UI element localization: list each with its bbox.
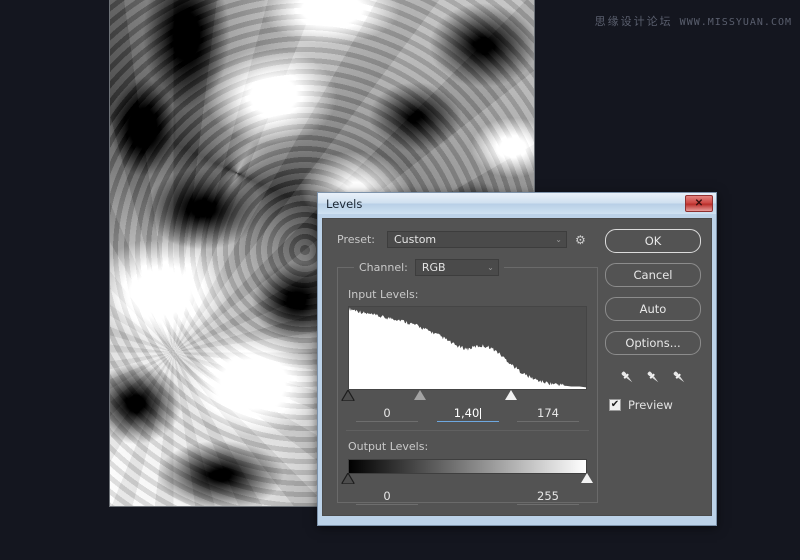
black-output-field[interactable]: 0 xyxy=(356,489,418,505)
black-output-slider[interactable] xyxy=(340,471,356,485)
dialog-titlebar[interactable]: Levels ✕ xyxy=(318,193,716,214)
cancel-button[interactable]: Cancel xyxy=(605,263,701,287)
ok-button[interactable]: OK xyxy=(605,229,701,253)
histogram xyxy=(348,306,587,390)
input-levels-group: Channel: RGB ⌄ Input Levels: 0 1,40 174 … xyxy=(337,259,598,505)
channel-dropdown[interactable]: RGB ⌄ xyxy=(414,259,499,276)
white-output-slider[interactable] xyxy=(581,473,593,483)
eyedropper-row xyxy=(605,369,701,386)
preset-label: Preset: xyxy=(337,233,376,246)
preview-label: Preview xyxy=(628,398,673,412)
midtone-input-slider[interactable] xyxy=(413,390,426,400)
chevron-down-icon: ⌄ xyxy=(487,263,494,272)
channel-value: RGB xyxy=(421,261,446,274)
chevron-down-icon: ⌄ xyxy=(555,235,562,244)
histogram-plot xyxy=(349,307,586,389)
shadow-input-field[interactable]: 0 xyxy=(356,406,418,422)
close-icon[interactable]: ✕ xyxy=(685,195,713,212)
input-levels-label: Input Levels: xyxy=(348,288,419,301)
white-output-field[interactable]: 255 xyxy=(517,489,579,505)
watermark-cn-text: 思缘设计论坛 xyxy=(594,15,673,28)
preset-value: Custom xyxy=(394,233,437,246)
auto-button[interactable]: Auto xyxy=(605,297,701,321)
set-gray-point-eyedropper[interactable] xyxy=(645,369,662,386)
options-button[interactable]: Options... xyxy=(605,331,701,355)
gear-icon[interactable]: ⚙ xyxy=(575,234,586,246)
highlight-input-slider[interactable] xyxy=(504,390,517,400)
preset-row: Preset: Custom ⌄ ⚙ xyxy=(337,231,586,248)
levels-dialog[interactable]: Levels ✕ Preset: Custom ⌄ ⚙ Channel: RGB xyxy=(317,192,717,526)
set-black-point-eyedropper[interactable] xyxy=(619,369,636,386)
highlight-input-field[interactable]: 174 xyxy=(517,406,579,422)
dialog-button-column: OK Cancel Auto Options... ✔ Preview xyxy=(605,229,701,412)
set-white-point-eyedropper[interactable] xyxy=(671,369,688,386)
desktop-backdrop: 思缘设计论坛 WWW.MISSYUAN.COM Levels ✕ Preset: … xyxy=(0,0,800,560)
channel-row: Channel: RGB ⌄ xyxy=(354,259,504,276)
input-levels-slider-track[interactable] xyxy=(340,388,587,402)
output-levels-label: Output Levels: xyxy=(348,440,429,453)
midtone-input-field[interactable]: 1,40 xyxy=(436,406,499,422)
dialog-title: Levels xyxy=(326,196,363,211)
midtone-input-value: 1,40 xyxy=(453,406,480,420)
output-levels-slider-track[interactable] xyxy=(340,471,593,485)
group-divider xyxy=(346,430,589,431)
watermark-url-text: WWW.MISSYUAN.COM xyxy=(679,17,792,28)
site-watermark: 思缘设计论坛 WWW.MISSYUAN.COM xyxy=(595,13,792,29)
text-caret xyxy=(480,408,482,419)
output-levels-gradient-ramp xyxy=(348,459,587,474)
shadow-input-slider[interactable] xyxy=(340,388,356,402)
preview-checkbox[interactable]: ✔ xyxy=(609,399,621,411)
preview-toggle[interactable]: ✔ Preview xyxy=(605,398,701,412)
dialog-body: Preset: Custom ⌄ ⚙ Channel: RGB ⌄ Input … xyxy=(322,218,712,516)
channel-label: Channel: xyxy=(359,261,408,274)
preset-dropdown[interactable]: Custom ⌄ xyxy=(387,231,567,248)
